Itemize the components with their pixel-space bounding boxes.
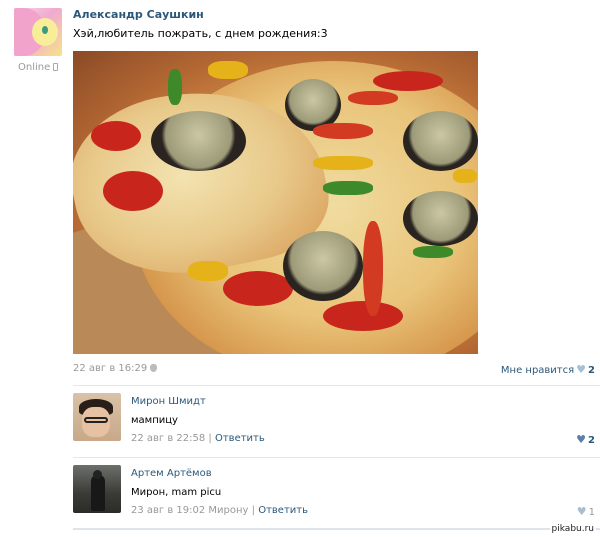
comment-avatar[interactable] bbox=[73, 465, 121, 513]
watermark: pikabu.ru bbox=[549, 524, 596, 534]
topping-eggplant bbox=[283, 231, 363, 301]
online-status-label: Online bbox=[18, 62, 51, 73]
topping-tomato bbox=[373, 71, 443, 91]
topping-red-pepper bbox=[348, 91, 398, 105]
comment-like-button[interactable]: ♥ 2 bbox=[574, 433, 595, 446]
post-date-text[interactable]: 22 авг в 16:29 bbox=[73, 363, 147, 374]
post-text: Хэй,любитель пожрать, с днем рождения:3 bbox=[73, 27, 328, 40]
reply-link[interactable]: Ответить bbox=[215, 433, 265, 444]
topping-yellow-pepper bbox=[208, 61, 248, 79]
avatar-head bbox=[93, 470, 102, 479]
author-avatar[interactable] bbox=[14, 8, 62, 56]
heart-icon[interactable]: ♥ bbox=[576, 363, 586, 376]
like-count: 2 bbox=[588, 365, 595, 376]
comment-item: Мирон Шмидт мампицу 22 авг в 22:58 | Отв… bbox=[73, 393, 600, 448]
topping-green-pepper bbox=[168, 69, 182, 105]
heart-icon[interactable]: ♥ bbox=[576, 433, 586, 446]
comment-like-count: 1 bbox=[588, 507, 595, 518]
like-button[interactable]: Мне нравится ♥ 2 bbox=[501, 363, 595, 376]
topping-yellow-pepper bbox=[453, 169, 477, 183]
comment-date[interactable]: 22 авг в 22:58 bbox=[131, 433, 205, 444]
comment-like-button[interactable]: ♥ 1 bbox=[575, 505, 595, 518]
comment-meta: 23 авг в 19:02 Мирону | Ответить bbox=[131, 505, 308, 516]
topping-red-pepper bbox=[313, 123, 373, 139]
avatar-eye bbox=[42, 26, 48, 34]
topping-eggplant bbox=[151, 111, 246, 171]
avatar-figure bbox=[91, 475, 105, 511]
topping-tomato bbox=[223, 271, 293, 306]
divider bbox=[73, 385, 600, 386]
apple-icon bbox=[150, 364, 158, 372]
comment-text: мампицу bbox=[131, 415, 178, 426]
comment-avatar[interactable] bbox=[73, 393, 121, 441]
comment-author-link[interactable]: Артем Артёмов bbox=[131, 468, 212, 479]
topping-red-pepper bbox=[363, 221, 383, 316]
glasses-icon bbox=[84, 417, 108, 423]
comment-author-link[interactable]: Мирон Шмидт bbox=[131, 396, 206, 407]
reply-link[interactable]: Ответить bbox=[258, 505, 308, 516]
topping-eggplant bbox=[403, 111, 478, 171]
topping-tomato bbox=[91, 121, 141, 151]
topping-green-pepper bbox=[323, 181, 373, 195]
topping-tomato bbox=[323, 301, 403, 331]
meta-separator: | bbox=[205, 433, 215, 444]
comment-item: Артем Артёмов Мирон, mam picu 23 авг в 1… bbox=[73, 465, 600, 520]
post-date[interactable]: 22 авг в 16:29 bbox=[73, 363, 158, 374]
heart-icon[interactable]: ♥ bbox=[577, 505, 587, 518]
topping-green-pepper bbox=[413, 246, 453, 258]
mobile-icon bbox=[53, 63, 59, 71]
comment-like-count: 2 bbox=[588, 435, 595, 446]
bottom-border bbox=[73, 528, 600, 530]
post-photo[interactable] bbox=[73, 51, 478, 354]
post-author-link[interactable]: Александр Саушкин bbox=[73, 8, 204, 21]
divider bbox=[73, 457, 600, 458]
online-status: Online bbox=[18, 62, 59, 73]
comment-date[interactable]: 23 авг в 19:02 Мирону bbox=[131, 505, 248, 516]
comment-text: Мирон, mam picu bbox=[131, 487, 222, 498]
topping-eggplant bbox=[403, 191, 478, 246]
meta-separator: | bbox=[248, 505, 259, 516]
like-label[interactable]: Мне нравится bbox=[501, 365, 574, 376]
topping-tomato bbox=[103, 171, 163, 211]
topping-yellow-pepper bbox=[188, 261, 228, 281]
topping-yellow-pepper bbox=[313, 156, 373, 170]
comment-meta: 22 авг в 22:58 | Ответить bbox=[131, 433, 265, 444]
